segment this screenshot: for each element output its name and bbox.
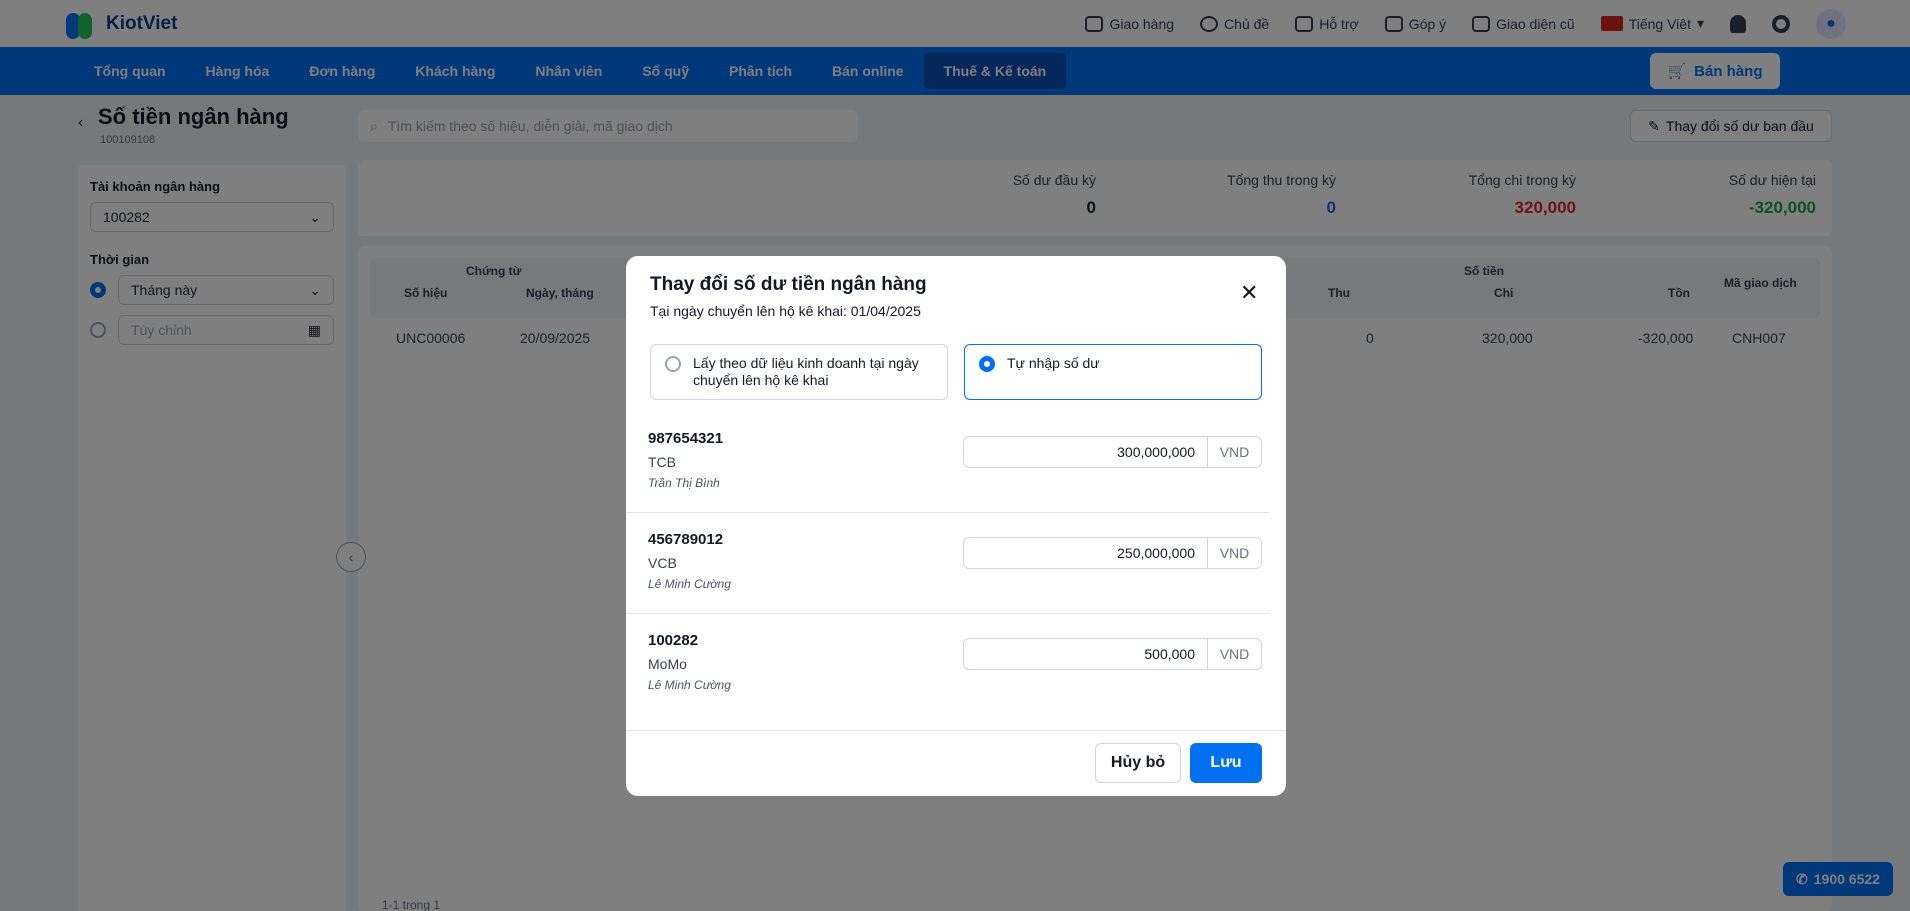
manual-entry-label: Tự nhập số dư bbox=[1007, 355, 1100, 371]
account-owner: Trần Thị Bình bbox=[648, 476, 720, 490]
balance-input[interactable]: 500,000 VND bbox=[963, 638, 1262, 670]
account-row: 987654321 TCB Trần Thị Bình 300,000,000 … bbox=[626, 430, 1286, 531]
dialog-footer-divider bbox=[626, 730, 1286, 731]
currency-unit: VND bbox=[1207, 639, 1261, 669]
account-bank: MoMo bbox=[648, 656, 687, 672]
divider bbox=[626, 512, 1270, 513]
currency-unit: VND bbox=[1207, 437, 1261, 467]
account-row: 100282 MoMo Lê Minh Cường 500,000 VND bbox=[626, 632, 1286, 733]
currency-unit: VND bbox=[1207, 538, 1261, 568]
account-number: 987654321 bbox=[648, 430, 724, 447]
balance-value[interactable]: 250,000,000 bbox=[964, 538, 1207, 568]
option-manual-entry[interactable]: Tự nhập số dư bbox=[964, 344, 1262, 400]
dialog-title: Thay đổi số dư tiền ngân hàng bbox=[650, 274, 927, 295]
account-bank: VCB bbox=[648, 555, 677, 571]
account-owner: Lê Minh Cường bbox=[648, 678, 731, 692]
divider bbox=[626, 613, 1270, 614]
business-data-radio[interactable] bbox=[665, 356, 681, 372]
balance-value[interactable]: 500,000 bbox=[964, 639, 1207, 669]
close-icon[interactable]: ✕ bbox=[1240, 282, 1258, 304]
dialog-subtitle: Tại ngày chuyển lên hộ kê khai: 01/04/20… bbox=[650, 303, 921, 319]
manual-entry-radio[interactable] bbox=[979, 356, 995, 372]
cancel-button[interactable]: Hủy bỏ bbox=[1095, 743, 1181, 783]
account-owner: Lê Minh Cường bbox=[648, 577, 731, 591]
option-business-data[interactable]: Lấy theo dữ liệu kinh doanh tại ngày chu… bbox=[650, 344, 948, 400]
account-bank: TCB bbox=[648, 454, 676, 470]
account-number: 100282 bbox=[648, 632, 699, 649]
save-button[interactable]: Lưu bbox=[1190, 743, 1262, 783]
balance-value[interactable]: 300,000,000 bbox=[964, 437, 1207, 467]
change-balance-dialog: Thay đổi số dư tiền ngân hàng Tại ngày c… bbox=[626, 256, 1286, 796]
business-data-label: Lấy theo dữ liệu kinh doanh tại ngày chu… bbox=[693, 355, 919, 388]
account-row: 456789012 VCB Lê Minh Cường 250,000,000 … bbox=[626, 531, 1286, 632]
account-number: 456789012 bbox=[648, 531, 724, 548]
balance-input[interactable]: 300,000,000 VND bbox=[963, 436, 1262, 468]
balance-input[interactable]: 250,000,000 VND bbox=[963, 537, 1262, 569]
